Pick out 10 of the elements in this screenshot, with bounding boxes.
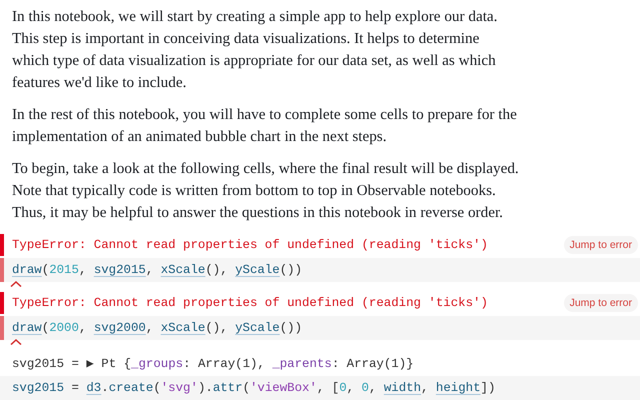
- jump-to-error-button[interactable]: Jump to error: [564, 294, 638, 312]
- paragraph: In this notebook, we will start by creating a simple app to help explore our data. This step is important in conceiving data visualizations. It helps to determine which type of data visualization is appropriate for our data set, as well as which features we'd like to include.: [12, 7, 498, 93]
- error-message: TypeError: Cannot read properties of undefined (reading 'ticks'): [12, 238, 488, 252]
- cell-output: svg2015 = ▶ Pt {_groups: Array(1), _parents: Array(1)}: [11, 356, 415, 373]
- caret-icon: [10, 281, 22, 287]
- caret-icon: [10, 339, 22, 345]
- error-message: TypeError: Cannot read properties of undefined (reading 'ticks'): [12, 296, 488, 310]
- paragraph: To begin, take a look at the following cells, where the final result will be displayed. Note that typically code is written from bottom to top in Observable notebooks. Thus, it may be helpful to answer the questions in this notebook in reverse order.: [12, 159, 520, 223]
- paragraph: In the rest of this notebook, you will have to complete some cells to prepare for the implementation of an animated bubble chart in the next steps.: [12, 105, 518, 147]
- jump-to-error-button[interactable]: Jump to error: [564, 236, 638, 254]
